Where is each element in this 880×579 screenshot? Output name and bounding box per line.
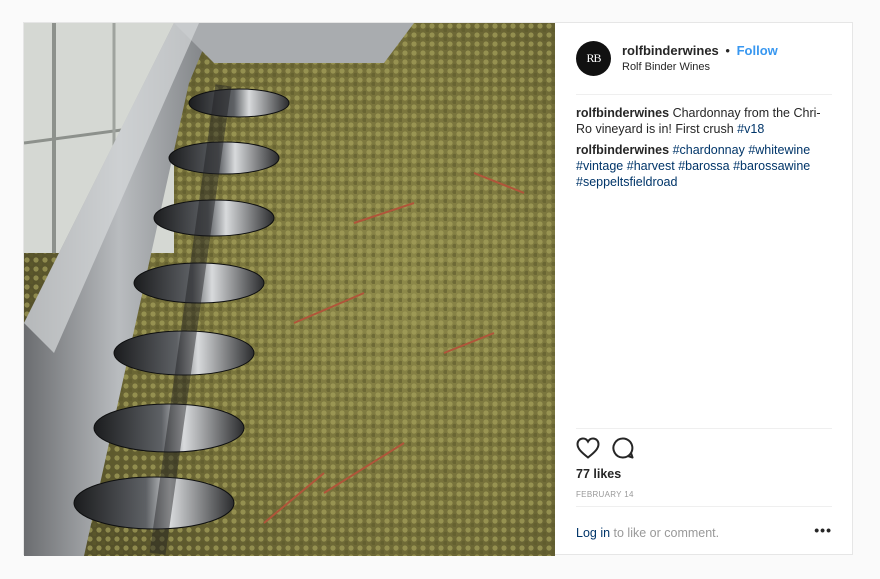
hashtag[interactable]: #seppeltsfieldroad [576, 175, 677, 189]
heart-icon[interactable] [576, 437, 600, 459]
instagram-post: RB rolfbinderwines • Follow Rolf Binder … [23, 22, 854, 556]
hashtag[interactable]: #whitewine [748, 143, 810, 157]
hashtag[interactable]: #barossa [678, 159, 729, 173]
post-photo[interactable] [24, 23, 555, 556]
login-text: to like or comment. [610, 526, 720, 540]
post-header: RB rolfbinderwines • Follow Rolf Binder … [555, 23, 854, 95]
grape-crusher-image [24, 23, 555, 556]
login-prompt: Log in to like or comment. [576, 526, 832, 540]
likes-count[interactable]: 77 likes [576, 467, 621, 481]
caption-username[interactable]: rolfbinderwines [576, 106, 669, 120]
caption-area: rolfbinderwines Chardonnay from the Chri… [576, 105, 836, 195]
hashtag[interactable]: #vintage [576, 159, 623, 173]
caption: rolfbinderwines Chardonnay from the Chri… [576, 105, 836, 137]
footer-divider [576, 506, 832, 507]
username-row: rolfbinderwines • Follow [622, 43, 778, 58]
username-link[interactable]: rolfbinderwines [622, 43, 719, 58]
comment-username[interactable]: rolfbinderwines [576, 143, 669, 157]
hashtag[interactable]: #harvest [627, 159, 675, 173]
actions-divider [576, 428, 832, 429]
comment: rolfbinderwines #chardonnay #whitewine #… [576, 142, 836, 190]
login-link[interactable]: Log in [576, 526, 610, 540]
post-date: FEBRUARY 14 [576, 490, 634, 499]
caption-hashtag[interactable]: #v18 [737, 122, 764, 136]
hashtag[interactable]: #barossawine [733, 159, 810, 173]
post-sidebar: RB rolfbinderwines • Follow Rolf Binder … [555, 23, 854, 556]
separator-dot: • [725, 43, 730, 58]
display-name: Rolf Binder Wines [622, 61, 711, 73]
hashtag[interactable]: #chardonnay [673, 143, 745, 157]
more-options-icon[interactable]: ••• [814, 522, 832, 538]
follow-button[interactable]: Follow [737, 43, 778, 58]
avatar[interactable]: RB [576, 41, 611, 76]
comment-icon[interactable] [612, 437, 634, 459]
header-divider [576, 94, 832, 95]
action-bar [576, 437, 634, 461]
